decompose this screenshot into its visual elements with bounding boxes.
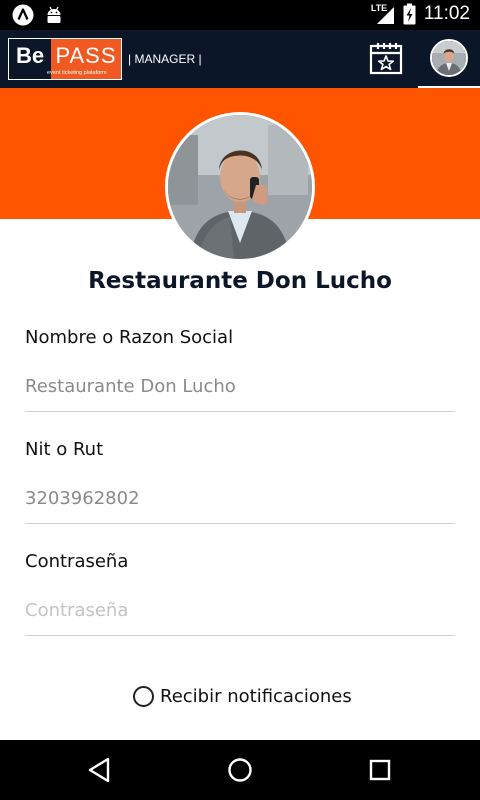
profile-photo[interactable] bbox=[165, 112, 315, 262]
tax-id-field: Nit o Rut bbox=[25, 439, 455, 524]
calendar-star-icon bbox=[369, 43, 403, 75]
profile-photo-image bbox=[168, 115, 312, 259]
android-icon bbox=[47, 6, 61, 23]
notifications-option[interactable]: Recibir notificaciones bbox=[133, 686, 352, 707]
app-bar: Be PASS event ticketing plataform | MANA… bbox=[0, 30, 480, 88]
signal-icon: LTE bbox=[371, 3, 395, 25]
home-icon bbox=[228, 758, 252, 782]
avatar[interactable] bbox=[430, 39, 468, 77]
clock: 11:02 bbox=[423, 3, 470, 24]
calendar-button[interactable] bbox=[368, 41, 404, 77]
manager-label: | MANAGER | bbox=[128, 52, 202, 66]
tax-id-label: Nit o Rut bbox=[25, 439, 104, 460]
app-a-icon bbox=[12, 4, 34, 26]
recents-button[interactable] bbox=[364, 754, 396, 786]
logo-tagline: event ticketing plataform bbox=[47, 70, 107, 76]
logo-be-text: Be bbox=[9, 39, 51, 79]
recents-icon bbox=[369, 759, 391, 781]
status-bar-notifications bbox=[12, 4, 62, 26]
back-button[interactable] bbox=[84, 754, 116, 786]
notifications-label: Recibir notificaciones bbox=[160, 686, 352, 707]
password-input[interactable] bbox=[25, 600, 455, 636]
password-field: Contraseña bbox=[25, 551, 455, 636]
status-bar-system: LTE 11:02 bbox=[371, 3, 470, 25]
system-nav-bar bbox=[0, 740, 480, 800]
home-button[interactable] bbox=[224, 754, 256, 786]
business-name-label: Nombre o Razon Social bbox=[25, 327, 234, 348]
back-icon bbox=[88, 757, 110, 783]
bepass-logo: Be PASS event ticketing plataform bbox=[8, 38, 122, 80]
avatar-photo bbox=[432, 41, 466, 75]
notifications-radio[interactable] bbox=[133, 686, 154, 707]
tax-id-input[interactable] bbox=[25, 488, 455, 524]
battery-charging-icon bbox=[403, 3, 416, 25]
profile-name: Restaurante Don Lucho bbox=[88, 268, 392, 294]
status-bar: LTE 11:02 bbox=[0, 0, 480, 30]
business-name-input[interactable] bbox=[25, 376, 455, 412]
business-name-field: Nombre o Razon Social bbox=[25, 327, 455, 412]
password-label: Contraseña bbox=[25, 551, 129, 572]
